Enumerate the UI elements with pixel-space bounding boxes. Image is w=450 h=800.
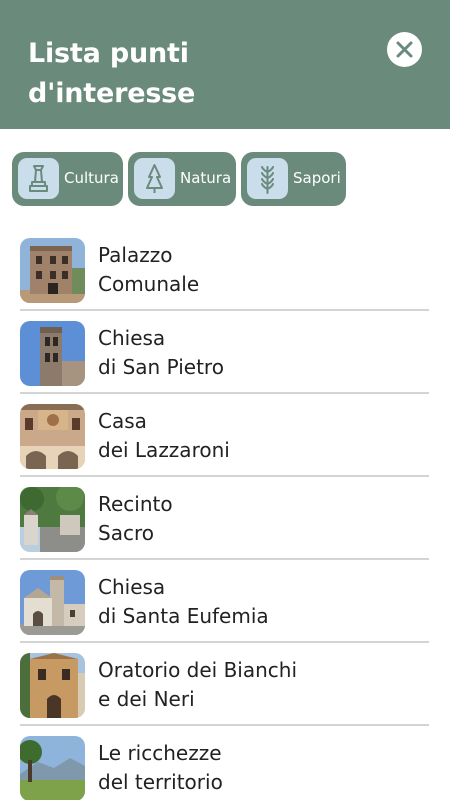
poi-name-line-2: Comunale <box>98 272 200 296</box>
poi-thumbnail <box>20 570 85 635</box>
poi-name-line-1: Oratorio dei Bianchi <box>98 658 298 682</box>
poi-name: Oratorio dei Bianchi e dei Neri <box>98 656 418 714</box>
list-item-palazzo-comunale[interactable]: Palazzo Comunale <box>20 228 429 311</box>
poi-thumbnail <box>20 238 85 303</box>
list-item-oratorio-bianchi-neri[interactable]: Oratorio dei Bianchi e dei Neri <box>20 643 429 726</box>
poi-thumbnail <box>20 736 85 800</box>
poi-name: Recinto Sacro <box>98 490 418 548</box>
poi-name: Chiesa di San Pietro <box>98 324 418 382</box>
wheat-icon <box>247 158 288 199</box>
filter-label: Sapori <box>293 169 341 187</box>
list-item-chiesa-san-pietro[interactable]: Chiesa di San Pietro <box>20 311 429 394</box>
poi-name-line-2: dei Lazzaroni <box>98 438 230 462</box>
filter-label: Natura <box>180 169 232 187</box>
poi-thumbnail <box>20 404 85 469</box>
poi-name-line-1: Le ricchezze <box>98 741 222 765</box>
poi-name: Casa dei Lazzaroni <box>98 407 418 465</box>
list-item-recinto-sacro[interactable]: Recinto Sacro <box>20 477 429 560</box>
poi-name: Le ricchezze del territorio <box>98 739 418 797</box>
app-header: Lista punti d'interesse <box>0 0 450 129</box>
poi-name-line-2: Sacro <box>98 521 154 545</box>
filter-sapori[interactable]: Sapori <box>241 152 346 206</box>
poi-name-line-1: Palazzo <box>98 243 173 267</box>
title-line-2: d'interesse <box>28 78 196 109</box>
list-item-casa-lazzaroni[interactable]: Casa dei Lazzaroni <box>20 394 429 477</box>
filter-label: Cultura <box>64 169 119 187</box>
poi-thumbnail <box>20 487 85 552</box>
list-item-ricchezze-territorio[interactable]: Le ricchezze del territorio <box>20 726 429 800</box>
poi-name-line-2: del territorio <box>98 770 223 794</box>
poi-name: Chiesa di Santa Eufemia <box>98 573 418 631</box>
list-item-chiesa-santa-eufemia[interactable]: Chiesa di Santa Eufemia <box>20 560 429 643</box>
poi-name-line-1: Recinto <box>98 492 173 516</box>
poi-thumbnail <box>20 653 85 718</box>
poi-name-line-1: Casa <box>98 409 147 433</box>
poi-name-line-2: e dei Neri <box>98 687 195 711</box>
filter-natura[interactable]: Natura <box>128 152 236 206</box>
title-line-1: Lista punti <box>28 38 189 69</box>
filter-cultura[interactable]: Cultura <box>12 152 123 206</box>
close-x-icon <box>396 41 413 58</box>
tree-icon <box>134 158 175 199</box>
poi-name-line-2: di Santa Eufemia <box>98 604 269 628</box>
poi-name-line-1: Chiesa <box>98 575 166 599</box>
monument-icon <box>18 158 59 199</box>
close-button[interactable] <box>387 32 422 67</box>
poi-name: Palazzo Comunale <box>98 241 418 299</box>
poi-name-line-1: Chiesa <box>98 326 166 350</box>
poi-thumbnail <box>20 321 85 386</box>
poi-name-line-2: di San Pietro <box>98 355 224 379</box>
page-title: Lista punti d'interesse <box>28 34 328 114</box>
